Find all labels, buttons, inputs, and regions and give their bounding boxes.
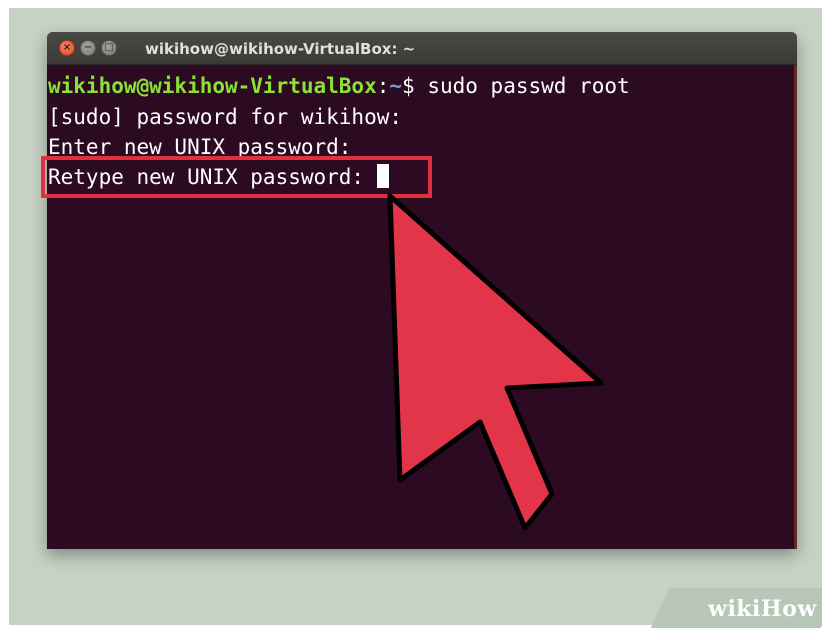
wikihow-logo: wikiHow <box>708 596 817 622</box>
logo-wiki: wiki <box>708 596 761 622</box>
pointer-arrow-icon <box>387 193 604 531</box>
logo-how: How <box>760 596 817 622</box>
